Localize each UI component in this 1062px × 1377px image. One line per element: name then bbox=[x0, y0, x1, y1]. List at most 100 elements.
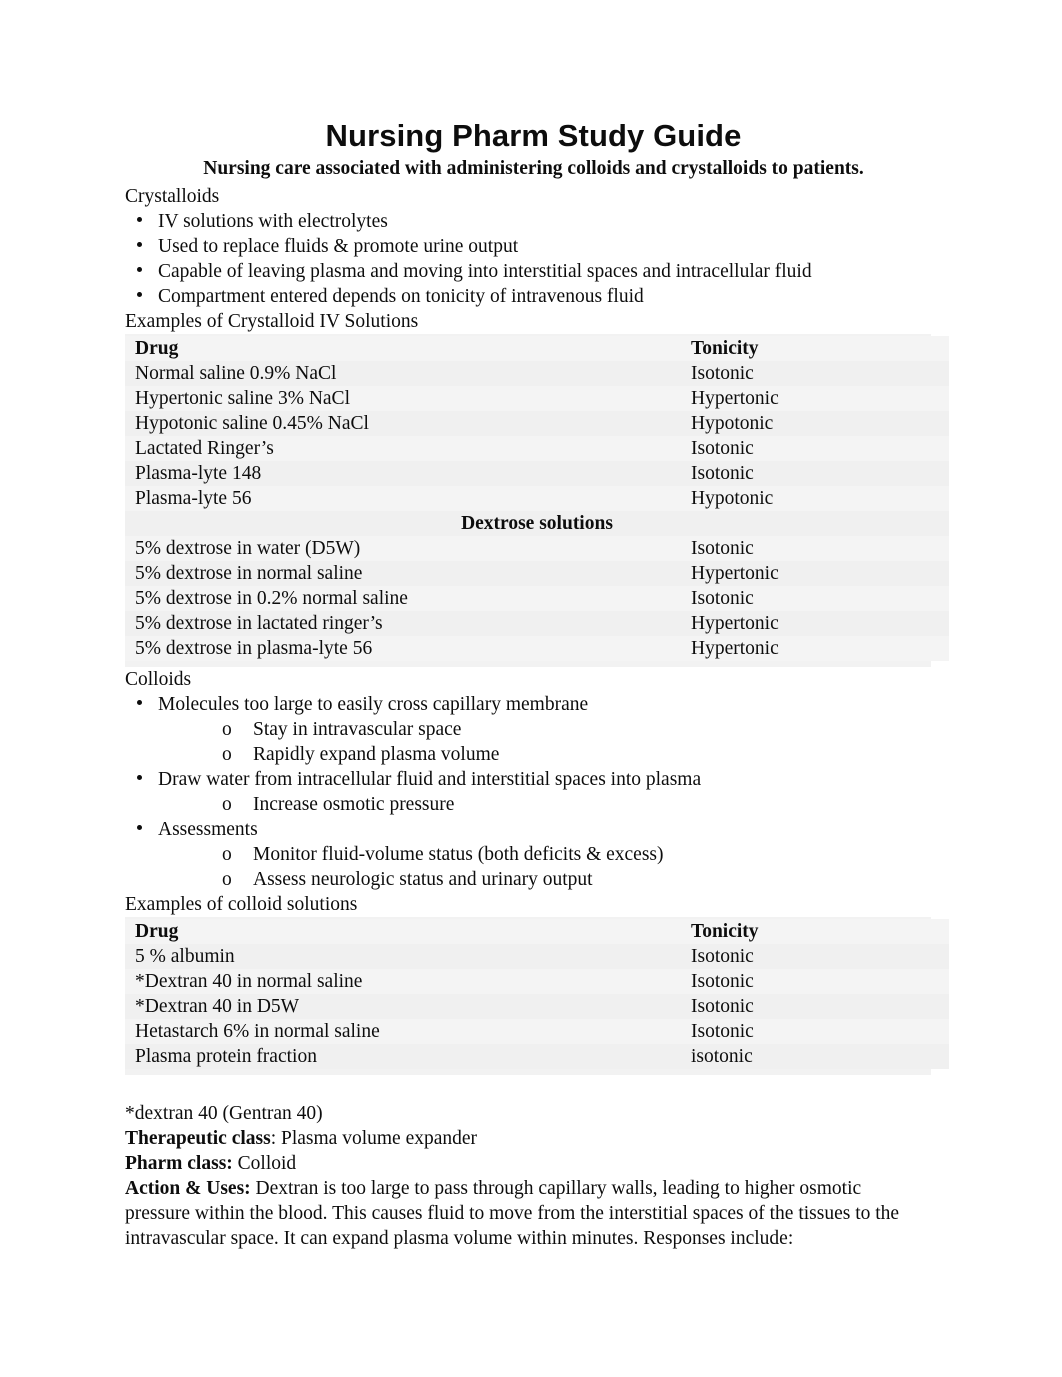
table-row: 5% dextrose in plasma-lyte 56 Hypertonic bbox=[125, 636, 949, 661]
section-header-dextrose: Dextrose solutions bbox=[125, 511, 949, 536]
table-row: Hypotonic saline 0.45% NaCl Hypotonic bbox=[125, 411, 949, 436]
table-row: Hypertonic saline 3% NaCl Hypertonic bbox=[125, 386, 949, 411]
cell-drug: Hetastarch 6% in normal saline bbox=[125, 1019, 683, 1044]
bullet-icon bbox=[137, 292, 142, 297]
cell-tonicity: Hypotonic bbox=[683, 411, 949, 436]
cell-tonicity: Isotonic bbox=[683, 1019, 949, 1044]
colloids-bullet-list-3: Assessments bbox=[125, 817, 942, 842]
cell-tonicity: Hypertonic bbox=[683, 636, 949, 661]
sub-list-item-label: Rapidly expand plasma volume bbox=[253, 744, 500, 765]
list-item: Draw water from intracellular fluid and … bbox=[125, 767, 942, 792]
sub-list-item: o Increase osmotic pressure bbox=[125, 792, 942, 817]
cell-tonicity: isotonic bbox=[683, 1044, 949, 1069]
cell-drug: 5% dextrose in water (D5W) bbox=[125, 536, 683, 561]
cell-drug: Lactated Ringer’s bbox=[125, 436, 683, 461]
page-title: Nursing Pharm Study Guide bbox=[325, 118, 742, 153]
circle-bullet-icon: o bbox=[222, 844, 232, 865]
cell-drug: 5% dextrose in 0.2% normal saline bbox=[125, 586, 683, 611]
list-item-label: Capable of leaving plasma and moving int… bbox=[158, 261, 812, 282]
table-header-row: Drug Tonicity bbox=[125, 919, 949, 944]
pharm-class-value: Colloid bbox=[232, 1153, 297, 1174]
table-row: Hetastarch 6% in normal saline Isotonic bbox=[125, 1019, 949, 1044]
list-item: Molecules too large to easily cross capi… bbox=[125, 692, 942, 717]
crystalloid-solutions-table: Drug Tonicity Normal saline 0.9% NaCl Is… bbox=[125, 336, 949, 661]
circle-bullet-icon: o bbox=[222, 794, 232, 815]
circle-bullet-icon: o bbox=[222, 719, 232, 740]
table-row: 5% dextrose in normal saline Hypertonic bbox=[125, 561, 949, 586]
list-item: Assessments bbox=[125, 817, 942, 842]
table-row: 5% dextrose in 0.2% normal saline Isoton… bbox=[125, 586, 949, 611]
colloid-table-wrapper: Drug Tonicity 5 % albumin Isotonic *Dext… bbox=[125, 917, 949, 1075]
cell-drug: Hypertonic saline 3% NaCl bbox=[125, 386, 683, 411]
table-section-header-row: Dextrose solutions bbox=[125, 511, 949, 536]
cell-tonicity: Isotonic bbox=[683, 969, 949, 994]
cell-tonicity: Isotonic bbox=[683, 994, 949, 1019]
cell-tonicity: Hypertonic bbox=[683, 386, 949, 411]
pharm-class-label: Pharm class: bbox=[125, 1153, 233, 1174]
colloids-bullet-list: Molecules too large to easily cross capi… bbox=[125, 692, 942, 717]
colloids-bullet-list-2: Draw water from intracellular fluid and … bbox=[125, 767, 942, 792]
crystalloids-bullet-list: IV solutions with electrolytes Used to r… bbox=[125, 209, 942, 309]
cell-tonicity: Hypertonic bbox=[683, 561, 949, 586]
table-row: Normal saline 0.9% NaCl Isotonic bbox=[125, 361, 949, 386]
bullet-icon bbox=[137, 242, 142, 247]
list-item-label: Assessments bbox=[158, 819, 258, 840]
column-header-drug: Drug bbox=[125, 336, 683, 361]
circle-bullet-icon: o bbox=[222, 744, 232, 765]
column-header-tonicity: Tonicity bbox=[683, 336, 949, 361]
cell-tonicity: Isotonic bbox=[683, 944, 949, 969]
table-row: 5% dextrose in water (D5W) Isotonic bbox=[125, 536, 949, 561]
footer-action-uses: Action & Uses: Dextran is too large to p… bbox=[125, 1176, 925, 1251]
cell-drug: Hypotonic saline 0.45% NaCl bbox=[125, 411, 683, 436]
cell-drug: Plasma-lyte 56 bbox=[125, 486, 683, 511]
sub-list-item-label: Monitor fluid-volume status (both defici… bbox=[253, 844, 664, 865]
column-header-drug: Drug bbox=[125, 919, 683, 944]
bullet-icon bbox=[137, 775, 142, 780]
list-item: Used to replace fluids & promote urine o… bbox=[125, 234, 942, 259]
cell-drug: *Dextran 40 in D5W bbox=[125, 994, 683, 1019]
cell-tonicity: Isotonic bbox=[683, 461, 949, 486]
sub-list-item-label: Assess neurologic status and urinary out… bbox=[253, 869, 593, 890]
cell-tonicity: Isotonic bbox=[683, 536, 949, 561]
therapeutic-class-value: : Plasma volume expander bbox=[270, 1128, 478, 1149]
section-heading-crystalloids: Crystalloids bbox=[125, 186, 220, 207]
bullet-icon bbox=[137, 217, 142, 222]
bullet-icon bbox=[137, 700, 142, 705]
crystalloid-table-wrapper: Drug Tonicity Normal saline 0.9% NaCl Is… bbox=[125, 334, 949, 667]
footer-pharm-class: Pharm class: Colloid bbox=[125, 1151, 925, 1176]
table-row: Lactated Ringer’s Isotonic bbox=[125, 436, 949, 461]
bullet-icon bbox=[137, 825, 142, 830]
page-subtitle: Nursing care associated with administeri… bbox=[203, 158, 864, 179]
cell-drug: 5% dextrose in lactated ringer’s bbox=[125, 611, 683, 636]
table-row: Plasma protein fraction isotonic bbox=[125, 1044, 949, 1069]
table-row: *Dextran 40 in D5W Isotonic bbox=[125, 994, 949, 1019]
sub-list-item: o Monitor fluid-volume status (both defic… bbox=[125, 842, 942, 867]
list-item: Compartment entered depends on tonicity … bbox=[125, 284, 942, 309]
table-row: 5 % albumin Isotonic bbox=[125, 944, 949, 969]
cell-tonicity: Hypotonic bbox=[683, 486, 949, 511]
cell-drug: 5 % albumin bbox=[125, 944, 683, 969]
cell-tonicity: Hypertonic bbox=[683, 611, 949, 636]
sub-list-item: o Assess neurologic status and urinary ou… bbox=[125, 867, 942, 892]
cell-tonicity: Isotonic bbox=[683, 361, 949, 386]
crystalloid-table-caption: Examples of Crystalloid IV Solutions bbox=[125, 311, 419, 332]
list-item-label: Draw water from intracellular fluid and … bbox=[158, 769, 702, 790]
section-heading-colloids: Colloids bbox=[125, 669, 192, 690]
footer-drug-name: *dextran 40 (Gentran 40) bbox=[125, 1103, 323, 1124]
circle-bullet-icon: o bbox=[222, 869, 232, 890]
bullet-icon bbox=[137, 267, 142, 272]
table-header-row: Drug Tonicity bbox=[125, 336, 949, 361]
column-header-tonicity: Tonicity bbox=[683, 919, 949, 944]
table-row: Plasma-lyte 148 Isotonic bbox=[125, 461, 949, 486]
footer-therapeutic-class: Therapeutic class: Plasma volume expande… bbox=[125, 1126, 925, 1151]
cell-tonicity: Isotonic bbox=[683, 436, 949, 461]
table-row: Plasma-lyte 56 Hypotonic bbox=[125, 486, 949, 511]
sub-list-item: o Rapidly expand plasma volume bbox=[125, 742, 942, 767]
cell-drug: 5% dextrose in plasma-lyte 56 bbox=[125, 636, 683, 661]
sub-list-item: o Stay in intravascular space bbox=[125, 717, 942, 742]
colloid-table-caption: Examples of colloid solutions bbox=[125, 894, 358, 915]
colloids-sublist-1: o Stay in intravascular space o Rapidly ex… bbox=[125, 717, 942, 767]
list-item-label: Used to replace fluids & promote urine o… bbox=[158, 236, 519, 257]
action-uses-label: Action & Uses: bbox=[125, 1178, 251, 1199]
table-row: 5% dextrose in lactated ringer’s Hyperto… bbox=[125, 611, 949, 636]
